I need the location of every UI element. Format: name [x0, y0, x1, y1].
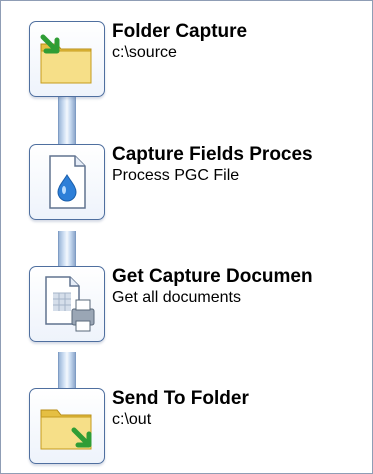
step-title: Capture Fields Proces	[112, 144, 313, 165]
document-drop-icon[interactable]	[29, 144, 105, 220]
folder-capture-glyph	[40, 34, 92, 84]
folder-capture-icon[interactable]	[29, 21, 105, 97]
document-printer-glyph	[45, 276, 95, 332]
workflow-step-folder-capture[interactable]: Folder Capture c:\source	[29, 21, 369, 101]
folder-send-glyph	[40, 409, 92, 450]
workflow-connector	[58, 352, 76, 390]
document-printer-icon[interactable]	[29, 266, 105, 342]
workflow-step-send-to-folder[interactable]: Send To Folder c:\out	[29, 388, 369, 468]
folder-send-icon[interactable]	[29, 388, 105, 464]
step-title: Send To Folder	[112, 388, 249, 409]
step-subtitle: c:\source	[112, 44, 177, 61]
workflow-panel: Folder Capture c:\source Capture Fields …	[0, 0, 373, 474]
step-subtitle: Process PGC File	[112, 167, 240, 184]
document-drop-glyph	[49, 155, 86, 209]
workflow-step-capture-fields[interactable]: Capture Fields Proces Process PGC File	[29, 144, 369, 224]
step-subtitle: c:\out	[112, 411, 152, 428]
step-title: Get Capture Documen	[112, 266, 313, 287]
step-subtitle: Get all documents	[112, 289, 241, 306]
workflow-connector	[58, 97, 76, 145]
step-title: Folder Capture	[112, 21, 248, 42]
workflow-connector	[58, 231, 76, 267]
workflow-step-get-capture-documents[interactable]: Get Capture Documen Get all documents	[29, 266, 369, 346]
